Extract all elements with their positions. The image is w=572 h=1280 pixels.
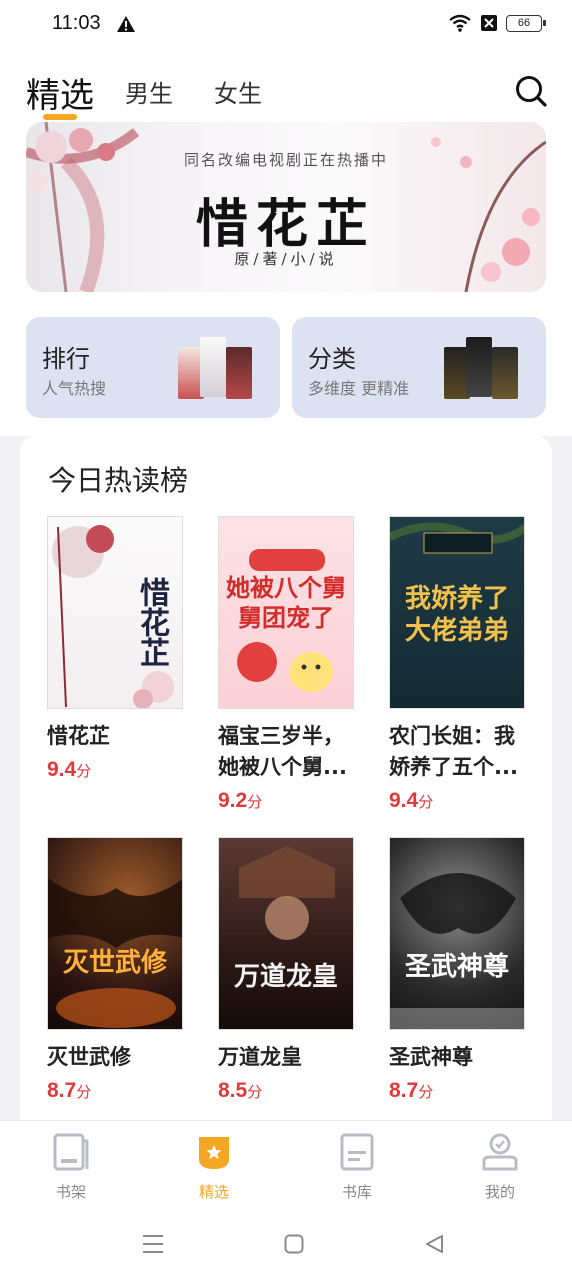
book-cover: 万道龙皇: [218, 837, 354, 1030]
book-score: 9.4分: [389, 789, 434, 812]
book-card[interactable]: 我娇养了大佬弟弟 农门长姐：我娇养了五个... 9.4分: [389, 516, 525, 813]
alert-icon: [117, 16, 135, 32]
book-cover-title: 我娇养了大佬弟弟: [404, 584, 509, 646]
book-cover: 圣武神尊: [389, 837, 525, 1030]
profile-icon: [482, 1133, 518, 1171]
tab-featured[interactable]: 精选: [26, 68, 94, 117]
book-cover: 灭世武修: [47, 837, 183, 1030]
book-title: 福宝三岁半，她被八个舅...: [218, 724, 347, 779]
home-icon[interactable]: [284, 1234, 304, 1254]
nav-label: 我的: [484, 1183, 515, 1201]
library-icon: [340, 1133, 374, 1171]
book-card[interactable]: 她被八个舅舅团宠了 福宝三岁半，她被八个舅... 9.2分: [218, 516, 354, 813]
book-cover-title: 圣武神尊: [404, 952, 509, 982]
book-score: 8.7分: [47, 1079, 92, 1102]
nav-profile[interactable]: 我的: [460, 1133, 540, 1202]
status-time: 11:03: [52, 12, 101, 34]
wifi-icon: [449, 14, 471, 32]
category-entry-card[interactable]: 分类 多维度 更精准: [292, 317, 546, 418]
search-icon[interactable]: [514, 74, 548, 108]
ranking-title: 排行: [42, 345, 90, 373]
hot-reading-list: 今日热读榜 惜花芷 惜花芷 9.4分 她被八个舅舅团宠了 福宝三岁半，她被八个舅…: [20, 435, 552, 1135]
banner-caption: 原/著/小/说: [234, 250, 338, 268]
book-title: 惜花芷: [47, 724, 110, 748]
bookshelf-icon: [53, 1133, 89, 1171]
banner-subtitle: 同名改编电视剧正在热播中: [183, 151, 388, 169]
book-cover-title: 万道龙皇: [233, 962, 338, 992]
status-bar: 11:03 66: [0, 0, 572, 52]
ranking-entry-card[interactable]: 排行 人气热搜: [26, 317, 280, 418]
banner-title: 惜花芷: [195, 194, 376, 255]
nav-label: 书架: [55, 1183, 86, 1201]
book-title: 灭世武修: [47, 1045, 131, 1069]
book-cover-title: 惜花芷: [134, 577, 169, 667]
nav-featured[interactable]: 精选: [174, 1133, 254, 1202]
book-card[interactable]: 灭世武修 灭世武修 8.7分: [47, 837, 183, 1103]
book-cover: 惜花芷: [47, 516, 183, 709]
hot-list-title: 今日热读榜: [48, 464, 189, 497]
book-cover-title: 她被八个舅舅团宠了: [226, 573, 346, 632]
ranking-book-thumbnails: [178, 331, 258, 403]
promo-banner[interactable]: 同名改编电视剧正在热播中 惜花芷 原/著/小/说: [26, 122, 546, 292]
book-score: 8.7分: [389, 1079, 434, 1102]
ranking-subtitle: 人气热搜: [42, 379, 107, 398]
book-score: 9.4分: [47, 758, 92, 781]
status-icons: 66: [448, 13, 546, 33]
featured-icon: [199, 1137, 229, 1169]
nav-label: 精选: [198, 1183, 229, 1201]
nav-library[interactable]: 书库: [317, 1133, 397, 1202]
tab-female[interactable]: 女生: [214, 74, 262, 109]
book-score: 8.5分: [218, 1079, 263, 1102]
back-icon[interactable]: [424, 1234, 444, 1254]
book-title: 万道龙皇: [218, 1045, 302, 1069]
nav-bookshelf[interactable]: 书架: [31, 1133, 111, 1202]
book-card[interactable]: 万道龙皇 万道龙皇 8.5分: [218, 837, 354, 1103]
menu-icon[interactable]: [142, 1234, 164, 1254]
book-cover: 她被八个舅舅团宠了: [218, 516, 354, 709]
category-title: 分类: [308, 345, 356, 373]
book-card[interactable]: 惜花芷 惜花芷 9.4分: [47, 516, 183, 782]
top-tab-bar: 精选 男生 女生: [0, 52, 572, 122]
nav-label: 书库: [341, 1183, 372, 1201]
tab-male[interactable]: 男生: [125, 74, 173, 109]
system-nav-bar: [0, 1210, 572, 1280]
category-book-thumbnails: [444, 331, 524, 403]
category-subtitle: 多维度 更精准: [308, 379, 410, 398]
no-sim-icon: [481, 15, 497, 31]
book-title: 圣武神尊: [389, 1045, 473, 1069]
battery-indicator: 66: [506, 14, 546, 32]
book-card[interactable]: 圣武神尊 圣武神尊 8.7分: [389, 837, 525, 1103]
book-cover: 我娇养了大佬弟弟: [389, 516, 525, 709]
book-score: 9.2分: [218, 789, 263, 812]
book-cover-title: 灭世武修: [62, 948, 167, 978]
book-title: 农门长姐：我娇养了五个...: [389, 724, 518, 779]
bottom-nav: 书架 精选 书库 我的: [0, 1120, 572, 1210]
